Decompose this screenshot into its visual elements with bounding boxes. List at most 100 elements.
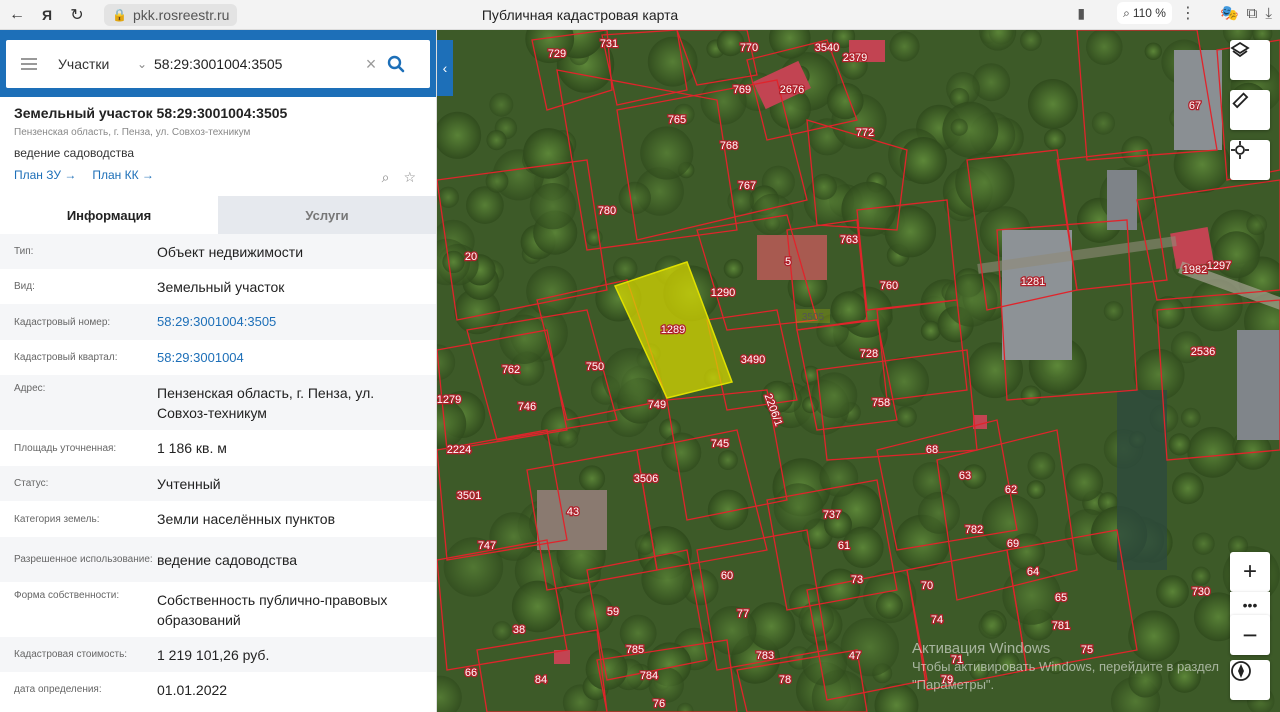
cadastral-quarter-link[interactable]: 58:29:3001004 bbox=[157, 348, 422, 368]
parcel-number-label[interactable]: 760 bbox=[879, 279, 900, 294]
parcel-number-label[interactable]: 3505 bbox=[802, 312, 825, 323]
parcel-number-label[interactable]: 749 bbox=[647, 398, 668, 413]
tab-info[interactable]: Информация bbox=[0, 196, 218, 234]
menu-icon[interactable] bbox=[6, 58, 52, 70]
zoom-out-button[interactable]: − bbox=[1230, 615, 1270, 655]
find-on-map-icon[interactable]: ⌕ bbox=[382, 169, 390, 186]
parcel-number-label[interactable]: 84 bbox=[534, 673, 549, 688]
star-icon[interactable]: ☆ bbox=[403, 169, 416, 186]
parcel-number-label[interactable]: 770 bbox=[739, 41, 760, 56]
parcel-number-label[interactable]: 747 bbox=[477, 539, 498, 554]
parcel-number-label[interactable]: 61 bbox=[837, 539, 852, 554]
tree-canopy bbox=[1172, 472, 1204, 505]
parcel-number-label[interactable]: 763 bbox=[839, 233, 860, 248]
ruler-button[interactable] bbox=[1230, 90, 1270, 130]
parcel-number-label[interactable]: 63 bbox=[958, 469, 973, 484]
collapse-panel-button[interactable]: ‹ bbox=[437, 40, 453, 96]
parcel-number-label[interactable]: 1982 bbox=[1181, 263, 1208, 278]
parcel-number-label[interactable]: 3540 bbox=[813, 41, 840, 56]
search-mode-select[interactable]: Участки bbox=[52, 56, 130, 72]
parcel-number-label[interactable]: 2536 bbox=[1189, 345, 1216, 360]
plan-zu-link[interactable]: План ЗУ → bbox=[14, 168, 76, 182]
parcel-number-label[interactable]: 3501 bbox=[455, 489, 482, 504]
more-menu-icon[interactable]: ⋮ bbox=[1180, 3, 1196, 23]
extension-icon[interactable]: 🎭 bbox=[1220, 4, 1239, 22]
parcel-number-label[interactable]: 2224 bbox=[445, 443, 472, 458]
parcel-number-label[interactable]: 1289 bbox=[659, 323, 686, 338]
cadastral-map[interactable]: 729 731 770 3540 2379 769 2676 765 772 768 767 780 2… bbox=[437, 30, 1280, 712]
parcel-number-label[interactable]: 20 bbox=[464, 250, 479, 265]
parcel-number-label[interactable]: 67 bbox=[1188, 99, 1203, 114]
parcel-number-label[interactable]: 70 bbox=[920, 579, 935, 594]
parcel-number-label[interactable]: 69 bbox=[1006, 537, 1021, 552]
parcel-number-label[interactable]: 5 bbox=[784, 255, 793, 270]
parcel-number-label[interactable]: 64 bbox=[1026, 565, 1041, 580]
zoom-indicator[interactable]: ⌕ 110 % bbox=[1117, 2, 1172, 24]
parcel-number-label[interactable]: 66 bbox=[464, 666, 479, 681]
parcel-number-label[interactable]: 746 bbox=[517, 400, 538, 415]
parcel-number-label[interactable]: 3490 bbox=[739, 353, 766, 368]
compass-button[interactable] bbox=[1230, 660, 1270, 700]
parcel-number-label[interactable]: 76 bbox=[652, 697, 667, 712]
parcel-number-label[interactable]: 785 bbox=[625, 643, 646, 658]
cadastral-number-link[interactable]: 58:29:3001004:3505 bbox=[157, 312, 422, 332]
search-input[interactable] bbox=[154, 56, 359, 72]
parcel-number-label[interactable]: 745 bbox=[710, 437, 731, 452]
parcel-number-label[interactable]: 2676 bbox=[778, 83, 805, 98]
parcel-number-label[interactable]: 780 bbox=[597, 204, 618, 219]
parcel-number-label[interactable]: 68 bbox=[925, 443, 940, 458]
row-value: Пензенская область, г. Пенза, ул. Совхоз… bbox=[157, 385, 375, 421]
parcel-number-label[interactable]: 784 bbox=[639, 669, 660, 684]
bookmark-icon[interactable]: ▮ bbox=[1077, 5, 1085, 22]
clear-icon[interactable]: × bbox=[359, 54, 383, 75]
parcel-number-label[interactable]: 3506 bbox=[632, 472, 659, 487]
parcel-number-label[interactable]: 782 bbox=[964, 523, 985, 538]
plan-kk-link[interactable]: План КК → bbox=[92, 168, 154, 182]
table-row: Вид: Земельный участок bbox=[0, 269, 436, 304]
tree-canopy bbox=[486, 130, 507, 151]
parcel-number-label[interactable]: 737 bbox=[822, 508, 843, 523]
parcel-number-label[interactable]: 2379 bbox=[841, 51, 868, 66]
download-icon[interactable]: ⤓ bbox=[1265, 5, 1272, 22]
parcel-number-label[interactable]: 43 bbox=[566, 505, 581, 520]
parcel-number-label[interactable]: 728 bbox=[859, 347, 880, 362]
locate-button[interactable] bbox=[1230, 140, 1270, 180]
map-canvas[interactable]: 729731 770 35402379769 26767657727687677802… bbox=[437, 30, 1280, 712]
parcel-number-label[interactable]: 38 bbox=[512, 623, 527, 638]
tab-services[interactable]: Услуги bbox=[218, 196, 436, 234]
collections-icon[interactable]: ⧉ bbox=[1247, 5, 1258, 22]
address-bar[interactable]: 🔒 pkk.rosreestr.ru bbox=[104, 3, 238, 26]
yandex-icon[interactable]: Я bbox=[34, 2, 60, 28]
parcel-number-label[interactable]: 767 bbox=[737, 179, 758, 194]
parcel-number-label[interactable]: 1290 bbox=[709, 286, 736, 301]
chevron-down-icon[interactable]: ⌄ bbox=[130, 57, 154, 71]
parcel-number-label[interactable]: 765 bbox=[667, 113, 688, 128]
parcel-number-label[interactable]: 78 bbox=[778, 673, 793, 688]
parcel-number-label[interactable]: 47 bbox=[848, 649, 863, 664]
parcel-number-label[interactable]: 1281 bbox=[1019, 275, 1046, 290]
reload-icon[interactable]: ↻ bbox=[64, 2, 90, 28]
parcel-number-label[interactable]: 769 bbox=[732, 83, 753, 98]
parcel-number-label[interactable]: 768 bbox=[719, 139, 740, 154]
parcel-number-label[interactable]: 783 bbox=[755, 649, 776, 664]
parcel-number-label[interactable]: 59 bbox=[606, 605, 621, 620]
back-icon[interactable]: ← bbox=[4, 2, 30, 28]
parcel-number-label[interactable]: 731 bbox=[599, 37, 620, 52]
search-icon[interactable] bbox=[383, 55, 409, 73]
parcel-number-label[interactable]: 758 bbox=[871, 396, 892, 411]
parcel-number-label[interactable]: 62 bbox=[1004, 483, 1019, 498]
parcel-number-label[interactable]: 60 bbox=[720, 569, 735, 584]
parcel-number-label[interactable]: 73 bbox=[850, 573, 865, 588]
parcel-number-label[interactable]: 729 bbox=[547, 47, 568, 62]
parcel-number-label[interactable]: 750 bbox=[585, 360, 606, 375]
parcel-number-label[interactable]: 74 bbox=[930, 613, 945, 628]
parcel-number-label[interactable]: 730 bbox=[1191, 585, 1212, 600]
parcel-number-label[interactable]: 762 bbox=[501, 363, 522, 378]
parcel-number-label[interactable]: 77 bbox=[736, 607, 751, 622]
parcel-number-label[interactable]: 1279 bbox=[437, 393, 463, 408]
parcel-number-label[interactable]: 772 bbox=[855, 126, 876, 141]
parcel-number-label[interactable]: 65 bbox=[1054, 591, 1069, 606]
layers-button[interactable] bbox=[1230, 40, 1270, 80]
parcel-number-label[interactable]: 781 bbox=[1051, 619, 1072, 634]
zoom-in-button[interactable]: + bbox=[1230, 552, 1270, 592]
